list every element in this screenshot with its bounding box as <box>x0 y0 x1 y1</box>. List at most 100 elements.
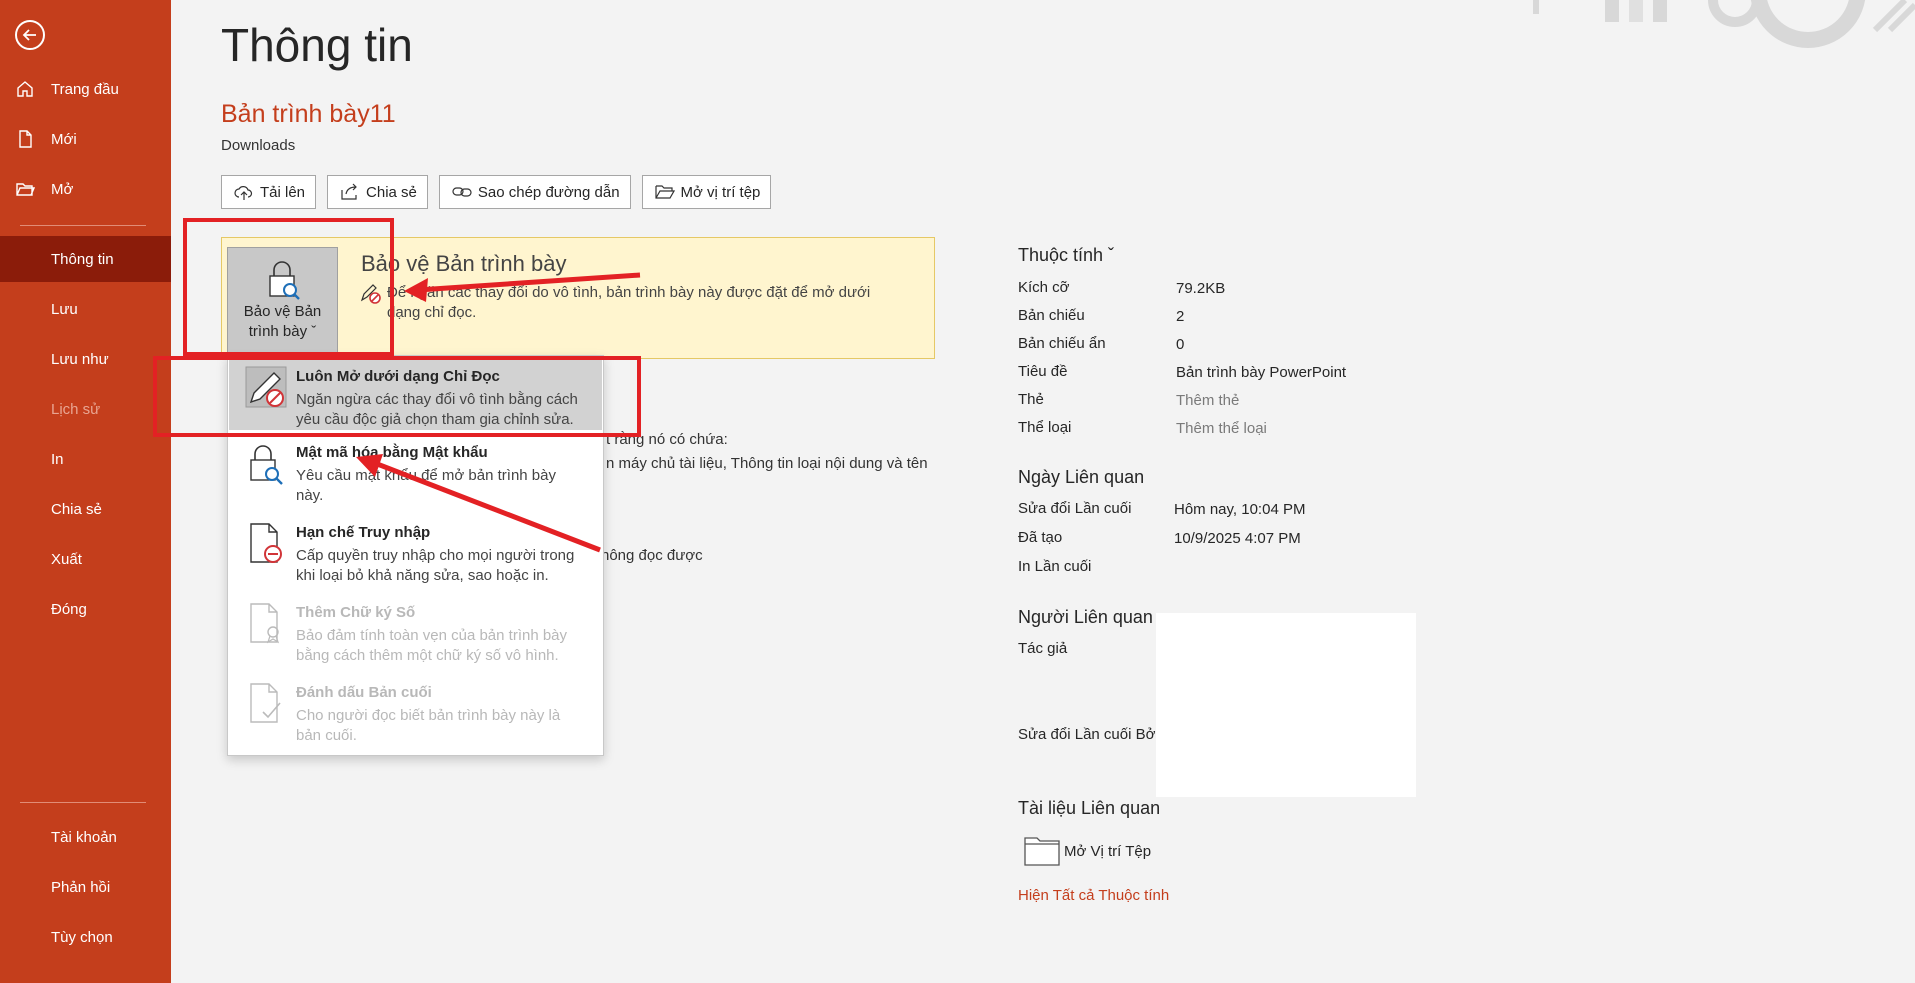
sidebar-item-close[interactable]: Đóng <box>0 586 171 632</box>
sidebar-item-label: Mở <box>51 180 74 198</box>
sidebar-item-info[interactable]: Thông tin <box>0 236 171 282</box>
date-label: Đã tạo <box>1018 529 1063 546</box>
sidebar-item-label: Trang đầu <box>51 80 119 98</box>
sidebar-item-label: In <box>51 450 64 468</box>
cloud-upload-icon <box>234 186 253 200</box>
inspect-text-partial-2: n máy chủ tài liệu, Thông tin loại nội d… <box>606 455 928 472</box>
menu-item-description: Cho người đọc biết bản trình bày này là … <box>296 707 561 744</box>
related-people-heading: Người Liên quan <box>1018 607 1153 627</box>
sidebar-divider <box>20 802 146 803</box>
file-actions-bar: Tải lên Chia sẻ Sao chép đường dẫn Mở vị… <box>221 175 772 209</box>
date-value: 10/9/2025 4:07 PM <box>1174 530 1301 547</box>
menu-item-encrypt-password[interactable]: Mật mã hóa bằng Mật khẩu Yêu cầu mật khẩ… <box>229 434 602 512</box>
date-label: Sửa đổi Lần cuối <box>1018 500 1132 517</box>
menu-item-restrict-access[interactable]: Hạn chế Truy nhập Cấp quyền truy nhập ch… <box>229 514 602 592</box>
prop-label: Kích cỡ <box>1018 279 1070 296</box>
folder-icon <box>1024 837 1060 866</box>
related-documents-heading: Tài liệu Liên quan <box>1018 798 1161 818</box>
decorative-background-pattern <box>1533 0 1915 48</box>
sidebar-item-feedback[interactable]: Phản hồi <box>0 864 171 910</box>
sidebar-item-label: Chia sẻ <box>51 500 102 518</box>
lock-search-icon <box>250 445 283 485</box>
sidebar-item-label: Đóng <box>51 600 87 618</box>
arrow-left-icon <box>22 29 36 41</box>
document-location: Downloads <box>221 137 296 154</box>
sidebar-item-save[interactable]: Lưu <box>0 286 171 332</box>
sidebar-item-account[interactable]: Tài khoản <box>0 814 171 860</box>
menu-item-title: Mật mã hóa bằng Mật khẩu <box>296 444 488 461</box>
protect-description: Để ngăn các thay đổi do vô tình, bản trì… <box>387 284 871 321</box>
prop-value: 79.2KB <box>1176 280 1226 297</box>
sidebar-item-share[interactable]: Chia sẻ <box>0 486 171 532</box>
sidebar-item-label: Lưu như <box>51 350 109 368</box>
menu-item-title: Đánh dấu Bản cuối <box>296 684 432 701</box>
open-file-location-label: Mở vị trí tệp <box>680 183 761 201</box>
sidebar-item-options[interactable]: Tùy chọn <box>0 914 171 960</box>
prop-label: Thể loại <box>1018 419 1072 436</box>
menu-item-digital-signature: Thêm Chữ ký Số Bảo đảm tính toàn vẹn của… <box>229 594 602 672</box>
sidebar-item-label: Tùy chọn <box>51 928 113 946</box>
sidebar-item-label: Lịch sử <box>51 400 101 418</box>
prop-title-value[interactable]: Bản trình bày PowerPoint <box>1176 364 1346 381</box>
copy-link-button[interactable]: Sao chép đường dẫn <box>438 175 631 209</box>
menu-item-title: Thêm Chữ ký Số <box>296 604 416 621</box>
sidebar-item-open[interactable]: Mở <box>0 166 171 212</box>
sidebar-divider <box>20 225 146 226</box>
sidebar-item-label: Mới <box>51 130 77 148</box>
annotation-box-read-only-item <box>153 356 641 437</box>
people-redacted-area <box>1156 613 1416 797</box>
prop-categories-value[interactable]: Thêm thể loại <box>1176 420 1267 437</box>
back-button[interactable] <box>15 20 45 50</box>
new-document-icon <box>19 130 32 148</box>
share-icon <box>341 183 357 200</box>
sidebar-item-home[interactable]: Trang đầu <box>0 66 171 112</box>
versions-text-partial: hông đọc được <box>601 547 703 564</box>
sidebar-item-new[interactable]: Mới <box>0 116 171 162</box>
sidebar-item-label: Lưu <box>51 300 78 318</box>
sidebar-item-label: Phản hồi <box>51 878 111 896</box>
document-final-icon <box>250 683 281 723</box>
open-file-location-button[interactable]: Mở vị trí tệp <box>641 175 772 209</box>
sidebar-item-history: Lịch sử <box>0 386 171 432</box>
sidebar-item-label: Xuất <box>51 550 82 568</box>
open-file-location-link[interactable]: Mở Vị trí Tệp <box>1064 843 1151 860</box>
copy-link-label: Sao chép đường dẫn <box>477 183 620 201</box>
show-all-properties-link[interactable]: Hiện Tất cả Thuộc tính <box>1018 887 1169 904</box>
page-title: Thông tin <box>221 19 413 71</box>
menu-item-description: Bảo đảm tính toàn vẹn của bản trình bày … <box>296 627 568 664</box>
sidebar-item-export[interactable]: Xuất <box>0 536 171 582</box>
prop-value: 0 <box>1176 336 1185 353</box>
sidebar-item-save-as[interactable]: Lưu như <box>0 336 171 382</box>
upload-button[interactable]: Tải lên <box>221 175 317 209</box>
date-label: In Lần cuối <box>1018 558 1092 575</box>
related-dates-heading: Ngày Liên quan <box>1018 467 1145 487</box>
document-restrict-icon <box>250 523 282 563</box>
properties-heading[interactable]: Thuộc tính ˇ <box>1018 245 1114 266</box>
last-modified-by-label: Sửa đổi Lần cuối Bởi <box>1018 726 1159 743</box>
menu-item-title: Hạn chế Truy nhập <box>296 524 431 541</box>
menu-item-description: Cấp quyền truy nhập cho mọi người trong … <box>296 547 575 584</box>
upload-label: Tải lên <box>260 183 306 201</box>
link-icon <box>452 187 472 197</box>
prop-tags-value[interactable]: Thêm thẻ <box>1176 392 1239 409</box>
prop-label: Thẻ <box>1018 391 1044 408</box>
menu-item-mark-as-final: Đánh dấu Bản cuối Cho người đọc biết bản… <box>229 674 602 752</box>
sidebar-item-label: Tài khoản <box>51 828 117 846</box>
backstage-sidebar: Trang đầu Mới Mở Thông tin Lưu Lưu như L… <box>0 0 171 983</box>
open-folder-icon <box>16 183 35 196</box>
prop-label: Bản chiếu ẩn <box>1018 335 1106 352</box>
menu-item-description: Yêu cầu mật khẩu để mở bản trình bày này… <box>296 467 556 504</box>
prop-label: Tiêu đề <box>1018 363 1068 380</box>
prop-label: Bản chiếu <box>1018 307 1085 324</box>
sidebar-item-print[interactable]: In <box>0 436 171 482</box>
annotation-box-protect-button <box>183 218 394 356</box>
share-label: Chia sẻ <box>366 183 417 201</box>
folder-open-icon <box>654 185 675 199</box>
share-button[interactable]: Chia sẻ <box>327 175 428 209</box>
home-icon <box>17 81 33 97</box>
prop-value: 2 <box>1176 308 1185 325</box>
sidebar-item-label: Thông tin <box>51 250 114 268</box>
document-signature-icon <box>250 603 280 644</box>
document-name: Bản trình bày11 <box>221 100 396 128</box>
author-label: Tác giả <box>1018 640 1068 657</box>
